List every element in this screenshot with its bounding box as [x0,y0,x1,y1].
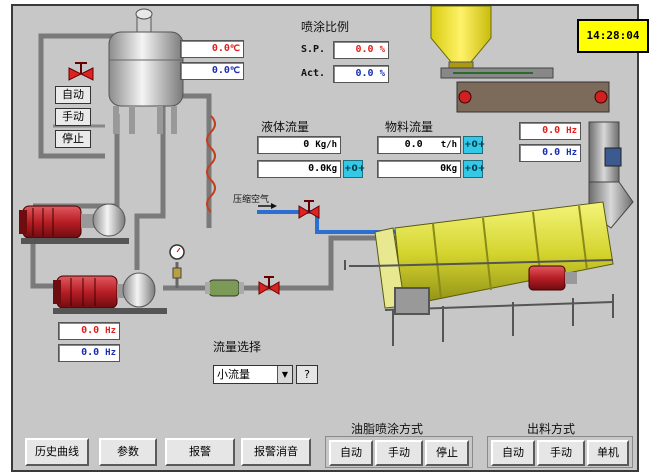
discharge-manual-button[interactable]: 手动 [537,440,585,466]
act-label: Act. [301,68,326,79]
clock-display: 14:28:04 [577,19,649,53]
tank-temp-act-value: 0.0 [211,65,230,76]
hmi-screen: 14:28:04 0.0℃ 0.0℃ 自动 手动 停止 喷涂比例 S.P. 0.… [11,4,649,472]
compressed-air-label: 压缩空气 [233,195,270,205]
unit-label: Hz [566,126,577,136]
parameters-button[interactable]: 参数 [99,438,157,466]
spray-ratio-sp[interactable]: 0.0 % [333,41,389,59]
liquid-total-value: 0.0 [308,163,327,174]
pump-freq-act-value: 0.0 [81,347,100,358]
pump-freq-sp-value: 0.0 [81,325,100,336]
discharge-mode-title: 出料方式 [527,422,576,436]
hmi-frame: 14:28:04 0.0℃ 0.0℃ 自动 手动 停止 喷涂比例 S.P. 0.… [0,0,650,476]
tank-auto-button[interactable]: 自动 [55,86,91,104]
conveyor-freq-act-value: 0.0 [542,147,561,158]
material-rate-value: 0.0 [404,139,423,150]
material-flow-reset-button[interactable]: +0+ [463,160,485,178]
unit-label: Kg [326,164,337,174]
sp-value: 0.0 [355,44,374,55]
alarm-button[interactable]: 报警 [165,438,235,466]
unit-label: Kg/h [315,140,337,150]
chevron-down-icon[interactable]: ▼ [277,366,292,383]
tank-temp-sp[interactable]: 0.0℃ [180,40,244,58]
tank-temp-act: 0.0℃ [180,62,244,80]
spray-valve [258,276,280,295]
feed-hopper [430,6,492,71]
oil-spray-mode-title: 油脂喷涂方式 [351,422,424,436]
help-button[interactable]: ? [296,365,318,384]
flow-select-dropdown[interactable]: 小流量 ▼ [213,365,293,384]
pump-freq-act: 0.0 Hz [58,344,120,362]
flow-meter [205,279,244,297]
pump-freq-sp[interactable]: 0.0 Hz [58,322,120,340]
spray-pump [53,272,167,314]
oil-spray-manual-button[interactable]: 手动 [375,440,423,466]
unit-label: Hz [105,326,116,336]
discharge-single-button[interactable]: 单机 [587,440,629,466]
tank-inlet-valve [68,62,94,81]
material-flow-total: 0Kg [377,160,461,178]
pressure-gauge [169,244,185,288]
spray-ratio-act: 0.0 % [333,65,389,83]
conveyor-freq-sp-value: 0.0 [542,125,561,136]
liquid-flow-title: 液体流量 [261,120,310,134]
air-pipe [257,210,403,234]
conveyor-freq-act: 0.0 Hz [519,144,581,162]
material-flow-title: 物料流量 [385,120,434,134]
alarm-silence-button[interactable]: 报警消音 [241,438,311,466]
liquid-flow-rate: 0 Kg/h [257,136,341,154]
flow-select-value: 小流量 [217,368,250,381]
oil-spray-auto-button[interactable]: 自动 [329,440,373,466]
liquid-flow-total: 0.0Kg [257,160,341,178]
oil-spray-stop-button[interactable]: 停止 [425,440,469,466]
mixing-tank [108,8,184,134]
unit-label: ℃ [229,66,240,76]
spray-ratio-title: 喷涂比例 [301,20,350,34]
belt-conveyor [440,67,610,113]
sp-label: S.P. [301,44,326,55]
unit-label: t/h [440,140,457,150]
unit-label: Hz [105,348,116,358]
liquid-flow-reset-button[interactable]: +0+ [343,160,365,178]
flow-select-title: 流量选择 [213,340,262,354]
liquid-rate-value: 0 [303,139,310,150]
air-valve [298,200,320,219]
unit-label: % [379,69,385,79]
unit-label: Kg [446,164,457,174]
tank-stop-button[interactable]: 停止 [55,130,91,148]
unit-label: % [379,45,385,55]
tank-manual-button[interactable]: 手动 [55,108,91,126]
act-value: 0.0 [355,68,374,79]
conveyor-freq-sp[interactable]: 0.0 Hz [519,122,581,140]
history-curve-button[interactable]: 历史曲线 [25,438,89,466]
circulation-pump [19,203,129,244]
unit-label: ℃ [229,44,240,54]
tank-temp-sp-value: 0.0 [211,43,230,54]
unit-label: Hz [566,148,577,158]
material-flow-rate: 0.0 t/h [377,136,461,154]
material-flow-zero-button[interactable]: +0+ [463,136,485,154]
discharge-auto-button[interactable]: 自动 [491,440,535,466]
